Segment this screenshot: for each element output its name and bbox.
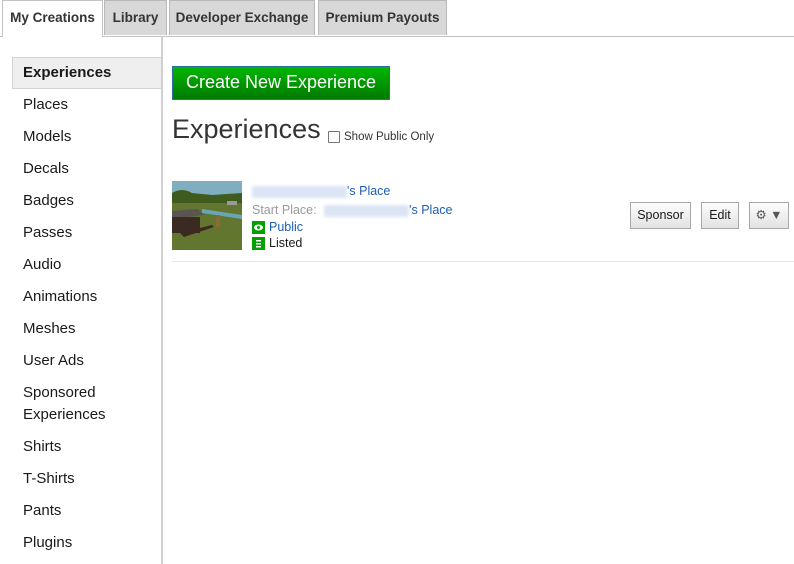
sidebar-item-decals[interactable]: Decals xyxy=(12,158,161,180)
eye-icon xyxy=(252,221,265,235)
listing-label: Listed xyxy=(269,236,303,250)
tab-premium-payouts[interactable]: Premium Payouts xyxy=(318,0,447,35)
sidebar-item-label: Sponsored xyxy=(23,384,96,401)
redacted-username xyxy=(324,204,410,217)
tab-bar: My Creations Library Developer Exchange … xyxy=(0,0,794,37)
sidebar-item-meshes[interactable]: Meshes xyxy=(12,318,161,340)
sponsor-button[interactable]: Sponsor xyxy=(630,202,691,229)
sidebar-item-models[interactable]: Models xyxy=(12,126,161,148)
show-public-only-filter[interactable]: Show Public Only xyxy=(328,131,434,143)
create-new-experience-button[interactable]: Create New Experience xyxy=(172,66,390,100)
experience-row: 's Place Start Place: 's Place Public Li… xyxy=(172,181,794,262)
start-place: Start Place: 's Place xyxy=(252,203,453,217)
sidebar-item-audio[interactable]: Audio xyxy=(12,254,161,276)
sidebar-item-passes[interactable]: Passes xyxy=(12,222,161,244)
sidebar-item-animations[interactable]: Animations xyxy=(12,286,161,308)
show-public-only-label: Show Public Only xyxy=(344,131,435,143)
experience-name-link[interactable]: 's Place xyxy=(252,184,390,198)
sidebar-item-t-shirts[interactable]: T-Shirts xyxy=(12,468,161,490)
sidebar-item-user-ads[interactable]: User Ads xyxy=(12,350,161,372)
experience-thumbnail[interactable] xyxy=(172,181,242,250)
visibility-status: Public xyxy=(252,220,303,235)
sidebar: Experiences Places Models Decals Badges … xyxy=(0,36,163,564)
sidebar-item-pants[interactable]: Pants xyxy=(12,500,161,522)
listing-status: Listed xyxy=(252,236,303,251)
list-icon xyxy=(252,237,265,251)
sidebar-item-badges[interactable]: Badges xyxy=(12,190,161,212)
redacted-username xyxy=(252,185,347,198)
page-title: Experiences xyxy=(172,114,321,144)
sidebar-item-experiences[interactable]: Experiences xyxy=(12,57,161,89)
sidebar-item-plugins[interactable]: Plugins xyxy=(12,532,161,554)
show-public-only-checkbox[interactable] xyxy=(328,131,340,143)
sidebar-item-shirts[interactable]: Shirts xyxy=(12,436,161,458)
experience-name[interactable]: 's Place xyxy=(347,184,390,198)
start-place-label: Start Place: xyxy=(252,203,317,217)
visibility-link[interactable]: Public xyxy=(269,220,303,234)
tab-library[interactable]: Library xyxy=(104,0,167,35)
start-place-link[interactable]: 's Place xyxy=(409,203,452,217)
sidebar-item-label: Experiences xyxy=(23,406,106,423)
tab-developer-exchange[interactable]: Developer Exchange xyxy=(169,0,315,35)
sidebar-item-sponsored-experiences[interactable]: Sponsored Experiences xyxy=(12,382,161,426)
gear-menu-button[interactable]: ⚙ ▼ xyxy=(749,202,789,229)
sidebar-item-places[interactable]: Places xyxy=(12,94,161,116)
edit-button[interactable]: Edit xyxy=(701,202,739,229)
tab-my-creations[interactable]: My Creations xyxy=(2,0,103,37)
gear-icon: ⚙ ▼ xyxy=(755,208,783,222)
